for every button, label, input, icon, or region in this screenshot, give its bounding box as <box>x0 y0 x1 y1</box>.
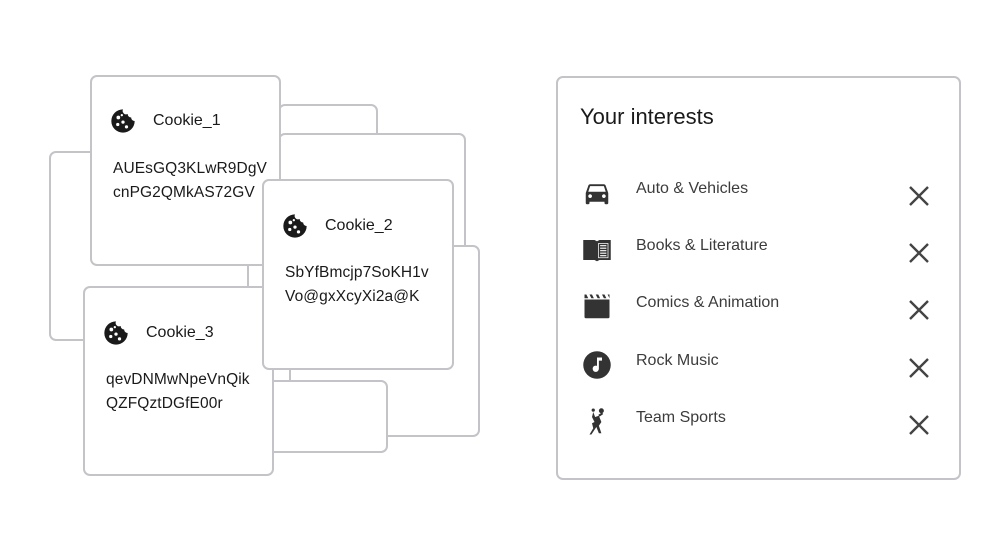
cookie-value-line: cnPG2QMkAS72GV <box>113 184 255 201</box>
interest-label: Books & Literature <box>636 237 768 254</box>
cookie-icon <box>104 321 128 345</box>
interest-item: Team Sports <box>558 401 959 449</box>
close-icon[interactable] <box>907 298 931 322</box>
interest-label: Comics & Animation <box>636 294 780 311</box>
cookie-value: AUEsGQ3KLwR9DgV cnPG2QMkAS72GV <box>113 157 267 205</box>
cookie-value-line: QZFQztDGfE00r <box>106 395 223 412</box>
cookie-value-line: SbYfBmcjp7SoKH1v <box>285 264 429 281</box>
cookie-value-line: AUEsGQ3KLwR9DgV <box>113 160 267 177</box>
cookie-name: Cookie_3 <box>146 324 214 341</box>
interest-item: Comics & Animation <box>558 286 959 334</box>
close-icon[interactable] <box>907 413 931 437</box>
sports-player-icon <box>589 408 604 435</box>
interest-label: Team Sports <box>636 409 726 426</box>
cookie-card-3: Cookie_3 qevDNMwNpeVnQik QZFQztDGfE00r <box>83 286 274 476</box>
cookie-name: Cookie_1 <box>153 112 221 129</box>
close-icon[interactable] <box>907 184 931 208</box>
clapperboard-icon <box>584 294 610 319</box>
close-icon[interactable] <box>907 241 931 265</box>
cookie-icon <box>283 214 307 238</box>
interest-item: Books & Literature <box>558 229 959 277</box>
cookie-icon <box>111 109 135 133</box>
interest-item: Rock Music <box>558 344 959 392</box>
cookie-value: qevDNMwNpeVnQik QZFQztDGfE00r <box>106 368 250 416</box>
close-icon[interactable] <box>907 356 931 380</box>
cookie-card-1: Cookie_1 AUEsGQ3KLwR9DgV cnPG2QMkAS72GV <box>90 75 281 266</box>
panel-title: Your interests <box>580 104 714 129</box>
cookie-name: Cookie_2 <box>325 217 393 234</box>
car-icon <box>585 184 609 205</box>
interest-label: Auto & Vehicles <box>636 180 749 197</box>
cookie-card-2: Cookie_2 SbYfBmcjp7SoKH1v Vo@gxXcyXi2a@K <box>262 179 454 370</box>
cookie-value-line: Vo@gxXcyXi2a@K <box>285 288 420 305</box>
interests-panel: Your interests Auto & Vehicles Books & L… <box>556 76 961 480</box>
interest-item: Auto & Vehicles <box>558 172 959 220</box>
cookie-value: SbYfBmcjp7SoKH1v Vo@gxXcyXi2a@K <box>285 261 429 309</box>
music-note-icon <box>583 351 611 379</box>
cookie-value-line: qevDNMwNpeVnQik <box>106 371 250 388</box>
book-icon <box>583 240 611 262</box>
interest-label: Rock Music <box>636 352 719 369</box>
